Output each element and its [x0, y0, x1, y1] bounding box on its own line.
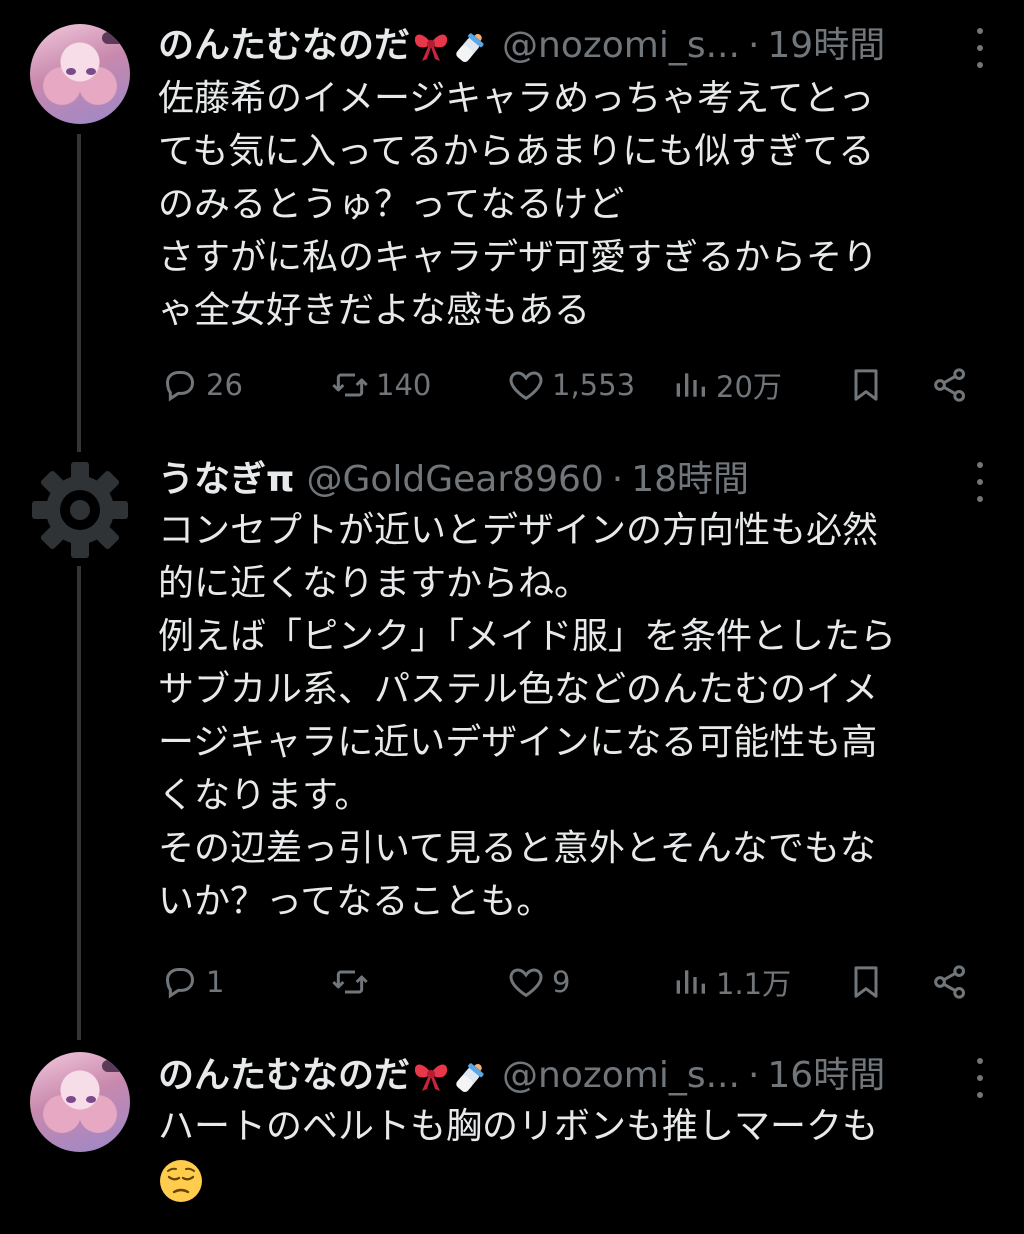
views-icon	[676, 373, 705, 397]
more-options-icon[interactable]	[968, 1058, 992, 1098]
gear-icon	[32, 462, 128, 558]
repost-icon	[332, 373, 368, 397]
timestamp[interactable]: 18時間	[631, 452, 749, 508]
view-count: 1.1万	[716, 967, 792, 1001]
reply-button[interactable]: 26	[160, 360, 243, 410]
display-name[interactable]: のんたむなのだ	[158, 18, 410, 74]
tweet-actions: 26 140 1,553 20万	[160, 360, 980, 410]
separator-dot: ·	[611, 459, 624, 500]
tweet-text-line: 佐藤希のイメージキャラめっちゃ考えてとっ	[158, 78, 875, 119]
user-handle[interactable]: @nozomi_s...	[502, 1048, 740, 1104]
tweet-text: ハートのベルトも胸のリボンも推しマークも	[158, 1100, 978, 1206]
bookmark-button[interactable]	[846, 957, 886, 1007]
share-icon	[934, 965, 965, 999]
avatar[interactable]	[30, 460, 130, 560]
timestamp[interactable]: 16時間	[767, 1048, 885, 1104]
repost-button[interactable]	[330, 957, 376, 1007]
ribbon-emoji	[412, 29, 450, 63]
reply-count: 1	[206, 965, 225, 999]
reply-button[interactable]: 1	[160, 957, 224, 1007]
tweet-text-line: サブカル系、パステル色などのんたむのイメ	[158, 669, 879, 710]
tweet-text-line: 例えば「ピンク」「メイド服」を条件としたら	[158, 616, 897, 657]
like-count: 9	[552, 965, 571, 999]
tweet-text-line: のみるとうゅ？ってなるけど	[158, 184, 625, 225]
share-icon	[934, 368, 965, 402]
tweet-text-line: その辺差っ引いて見ると意外とそんなでもな	[158, 828, 876, 869]
tweet[interactable]: のんたむなのだ @nozomi_s... · 16時間 ハートのベルトも胸のリボ…	[0, 1040, 1024, 1234]
tweet-text-line: ゃ全女好きだよな感もある	[158, 290, 591, 331]
tweet-text-line	[158, 1153, 978, 1206]
share-button[interactable]	[930, 360, 970, 410]
more-options-icon[interactable]	[968, 28, 992, 68]
tweet-text-line: コンセプトが近いとデザインの方向性も必然	[158, 510, 879, 551]
more-options-icon[interactable]	[968, 462, 992, 502]
separator-dot: ·	[747, 1055, 760, 1096]
tweet-header: のんたむなのだ @nozomi_s... · 19時間	[158, 18, 885, 74]
like-button[interactable]: 9	[506, 957, 570, 1007]
repost-icon	[332, 970, 368, 994]
tweet-text-line: ハートのベルトも胸のリボンも推しマークも	[158, 1106, 879, 1147]
avatar[interactable]	[30, 24, 130, 124]
reply-icon	[165, 371, 195, 402]
ribbon-emoji	[412, 1059, 450, 1093]
display-name[interactable]: うなぎπ	[158, 452, 294, 508]
reply-icon	[165, 968, 195, 999]
repost-count: 140	[376, 368, 432, 402]
tweet-text: 佐藤希のイメージキャラめっちゃ考えてとっ ても気に入ってるからあまりにも似すぎて…	[158, 72, 978, 337]
timestamp[interactable]: 19時間	[767, 18, 885, 74]
bookmark-button[interactable]	[846, 360, 886, 410]
tweet-header: うなぎπ @GoldGear8960 · 18時間	[158, 452, 749, 508]
tweet-text-line: ージキャラに近いデザインになる可能性も高	[158, 722, 878, 763]
like-count: 1,553	[552, 368, 636, 402]
tweet-text-line: 的に近くなりますからね。	[158, 563, 591, 604]
separator-dot: ·	[747, 25, 760, 66]
like-button[interactable]: 1,553	[506, 360, 635, 410]
tweet[interactable]: のんたむなのだ @nozomi_s... · 19時間 佐藤希のイメージキャラめ…	[0, 0, 1024, 440]
bookmark-icon	[854, 369, 878, 401]
tweet-text-line: くなります。	[158, 775, 371, 816]
baby-bottle-emoji	[452, 27, 490, 65]
heart-icon	[509, 371, 543, 401]
avatar[interactable]	[30, 1052, 130, 1152]
pensive-face-emoji	[160, 1160, 202, 1202]
tweet-text-line: ても気に入ってるからあまりにも似すぎてる	[158, 131, 875, 172]
tweet-text: コンセプトが近いとデザインの方向性も必然 的に近くなりますからね。 例えば「ピン…	[158, 504, 978, 928]
bookmark-icon	[854, 966, 878, 998]
user-handle[interactable]: @nozomi_s...	[502, 18, 740, 74]
views-icon	[676, 970, 705, 994]
tweet-text-line: いか？ってなることも。	[158, 881, 553, 922]
repost-button[interactable]: 140	[330, 360, 431, 410]
view-count: 20万	[716, 370, 782, 404]
tweet-text-line: さすがに私のキャラデザ可愛すぎるからそり	[158, 237, 879, 278]
baby-bottle-emoji	[452, 1057, 490, 1095]
tweet[interactable]: うなぎπ @GoldGear8960 · 18時間 コンセプトが近いとデザインの…	[0, 440, 1024, 1040]
views-button[interactable]: 20万	[670, 360, 782, 410]
heart-icon	[509, 968, 543, 998]
user-handle[interactable]: @GoldGear8960	[306, 452, 603, 508]
views-button[interactable]: 1.1万	[670, 957, 791, 1007]
display-name[interactable]: のんたむなのだ	[158, 1048, 410, 1104]
share-button[interactable]	[930, 957, 970, 1007]
tweet-header: のんたむなのだ @nozomi_s... · 16時間	[158, 1048, 885, 1104]
tweet-actions: 1 9 1.1万	[160, 957, 980, 1007]
reply-count: 26	[206, 368, 243, 402]
